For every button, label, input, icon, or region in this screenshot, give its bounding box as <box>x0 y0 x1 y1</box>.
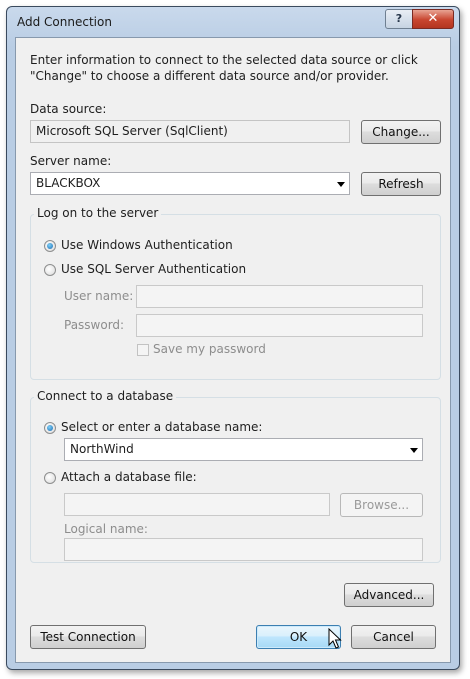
refresh-button[interactable]: Refresh <box>361 172 441 196</box>
dialog-title: Add Connection <box>17 15 112 29</box>
help-button[interactable]: ? <box>385 9 413 29</box>
windows-auth-radio[interactable] <box>44 240 56 252</box>
select-database-radio[interactable] <box>44 422 56 434</box>
password-label: Password: <box>64 318 125 332</box>
attach-file-label[interactable]: Attach a database file: <box>61 470 197 484</box>
logical-name-field[interactable] <box>64 538 423 561</box>
save-password-label[interactable]: Save my password <box>153 342 266 356</box>
dialog-body: Enter information to connect to the sele… <box>15 37 451 663</box>
test-connection-button[interactable]: Test Connection <box>30 625 146 649</box>
close-button[interactable]: ✕ <box>412 9 454 29</box>
select-database-label[interactable]: Select or enter a database name: <box>61 420 262 434</box>
username-field[interactable] <box>136 285 423 308</box>
attach-file-radio[interactable] <box>44 472 56 484</box>
advanced-button[interactable]: Advanced... <box>344 583 434 607</box>
intro-text: Enter information to connect to the sele… <box>30 53 418 83</box>
server-name-value: BLACKBOX <box>36 176 101 190</box>
browse-button[interactable]: Browse... <box>340 493 423 517</box>
logical-name-label: Logical name: <box>64 522 148 536</box>
cancel-button[interactable]: Cancel <box>351 625 436 649</box>
attach-file-field[interactable] <box>64 493 330 516</box>
username-label: User name: <box>64 289 134 303</box>
data-source-label: Data source: <box>30 102 107 116</box>
sql-auth-radio[interactable] <box>44 264 56 276</box>
server-name-label: Server name: <box>30 154 112 168</box>
database-name-value: NorthWind <box>70 442 134 456</box>
data-source-field: Microsoft SQL Server (SqlClient) <box>30 120 350 143</box>
sql-auth-label[interactable]: Use SQL Server Authentication <box>61 262 246 276</box>
windows-auth-label[interactable]: Use Windows Authentication <box>61 238 233 252</box>
save-password-checkbox[interactable] <box>137 344 149 356</box>
change-button[interactable]: Change... <box>361 120 441 144</box>
title-bar[interactable]: Add Connection ? ✕ <box>7 7 459 37</box>
chevron-down-icon[interactable] <box>337 182 345 187</box>
database-name-combobox[interactable]: NorthWind <box>64 438 423 461</box>
chevron-down-icon[interactable] <box>410 448 418 453</box>
mouse-pointer-icon <box>328 628 342 649</box>
password-field[interactable] <box>136 314 423 337</box>
server-name-combobox[interactable]: BLACKBOX <box>30 172 350 195</box>
add-connection-dialog: Add Connection ? ✕ Enter information to … <box>6 6 460 670</box>
database-group-label: Connect to a database <box>34 389 177 403</box>
logon-group-label: Log on to the server <box>34 206 162 220</box>
